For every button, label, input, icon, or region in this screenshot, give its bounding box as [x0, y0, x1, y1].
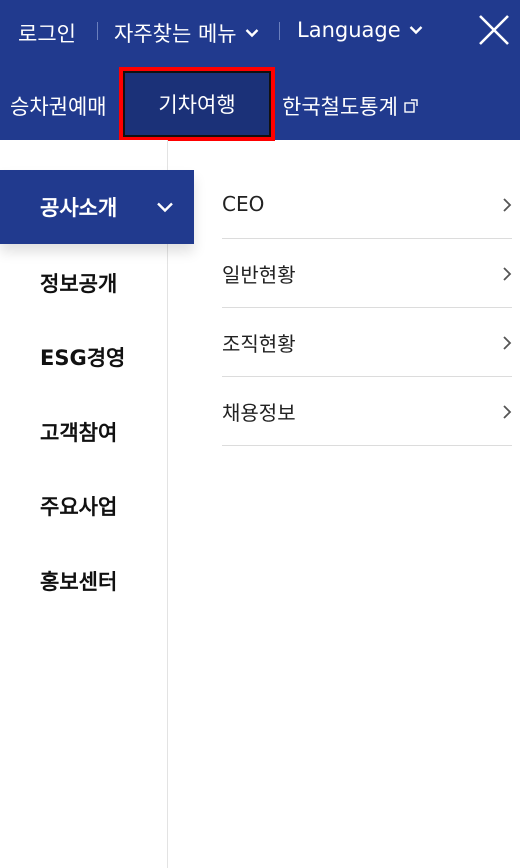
chevron-right-icon	[503, 405, 512, 419]
tab-label: 한국철도통계	[282, 95, 398, 119]
divider	[97, 22, 98, 40]
tab-ticket-booking[interactable]: 승차권예매	[10, 72, 107, 140]
top-utility-bar: 로그인 자주찾는 메뉴 Language	[0, 0, 520, 72]
submenu-item-label: 일반현황	[222, 262, 296, 287]
nav-item-label: 공사소개	[40, 196, 118, 220]
submenu-item-recruitment[interactable]: 채용정보	[222, 377, 512, 446]
nav-item-label: 주요사업	[40, 495, 118, 519]
chevron-right-icon	[503, 336, 512, 350]
nav-item-esg[interactable]: ESG경영	[0, 320, 168, 394]
nav-item-main-business[interactable]: 주요사업	[0, 469, 168, 543]
nav-item-label: ESG경영	[40, 346, 126, 370]
nav-item-label: 정보공개	[40, 272, 118, 296]
left-nav: 공사소개 정보공개 ESG경영 고객참여 주요사업 홍보센터	[0, 140, 194, 868]
language-label: Language	[297, 18, 401, 42]
tab-railway-statistics[interactable]: 한국철도통계	[282, 72, 418, 140]
login-label: 로그인	[18, 22, 76, 46]
main-tab-bar: 승차권예매 기차여행 한국철도통계	[0, 67, 520, 141]
submenu-item-label: 조직현황	[222, 331, 296, 356]
nav-item-company-intro[interactable]: 공사소개	[0, 170, 194, 244]
submenu-list: CEO 일반현황 조직현황 채용정보	[222, 170, 512, 446]
tab-label: 기차여행	[158, 93, 236, 117]
tab-label: 승차권예매	[10, 95, 107, 119]
chevron-down-icon	[409, 26, 422, 35]
nav-item-customer-participation[interactable]: 고객참여	[0, 395, 168, 469]
chevron-right-icon	[503, 267, 512, 281]
faq-menu-label: 자주찾는 메뉴	[114, 22, 237, 46]
close-icon[interactable]	[474, 10, 514, 50]
submenu-item-general-status[interactable]: 일반현황	[222, 239, 512, 308]
nav-item-pr-center[interactable]: 홍보센터	[0, 544, 168, 618]
language-dropdown[interactable]: Language	[297, 18, 423, 42]
submenu-item-label: CEO	[222, 192, 265, 216]
external-link-icon	[404, 99, 418, 113]
chevron-down-icon	[157, 202, 173, 213]
chevron-right-icon	[503, 198, 512, 212]
login-link[interactable]: 로그인	[18, 18, 76, 48]
tab-train-travel[interactable]: 기차여행	[119, 67, 275, 141]
divider	[279, 22, 280, 40]
chevron-down-icon	[245, 29, 258, 38]
faq-menu-dropdown[interactable]: 자주찾는 메뉴	[114, 18, 259, 48]
nav-item-information-disclosure[interactable]: 정보공개	[0, 246, 168, 320]
submenu-item-organization[interactable]: 조직현황	[222, 308, 512, 377]
nav-item-label: 홍보센터	[40, 570, 118, 594]
submenu-item-label: 채용정보	[222, 400, 296, 425]
submenu-item-ceo[interactable]: CEO	[222, 170, 512, 239]
nav-item-label: 고객참여	[40, 421, 118, 445]
